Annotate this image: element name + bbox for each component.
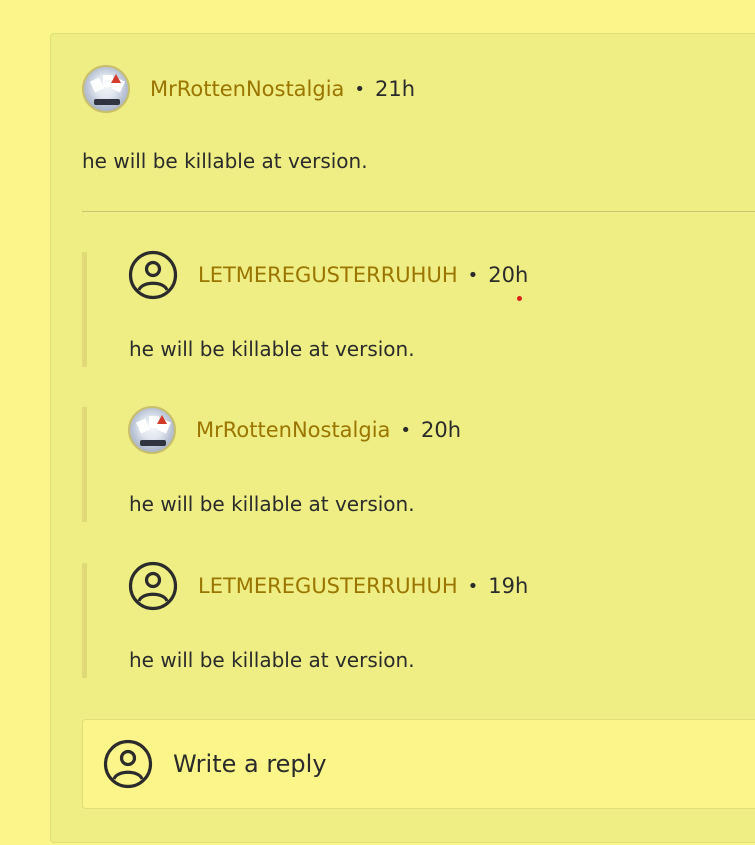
reply-timestamp[interactable]: 19h	[488, 574, 528, 598]
reply-username[interactable]: LETMEREGUSTERRUHUH	[198, 574, 458, 598]
user-circle-icon[interactable]	[128, 250, 178, 300]
reply-text: he will be killable at version.	[129, 337, 415, 361]
reply-username[interactable]: LETMEREGUSTERRUHUH	[198, 263, 458, 287]
separator-dot: •	[400, 419, 412, 441]
reply-username[interactable]: MrRottenNostalgia	[196, 418, 390, 442]
reply-text: he will be killable at version.	[129, 492, 415, 516]
separator-dot: •	[467, 264, 479, 286]
reply-thread-line	[82, 563, 87, 678]
user-circle-icon	[103, 739, 153, 789]
reply-header: MrRottenNostalgia • 20h	[128, 405, 461, 455]
comment-timestamp[interactable]: 21h	[375, 77, 415, 101]
reply-header: LETMEREGUSTERRUHUH • 19h	[128, 561, 528, 611]
user-circle-icon[interactable]	[128, 561, 178, 611]
comment-text: he will be killable at version.	[82, 149, 368, 173]
separator-dot: •	[354, 78, 366, 100]
separator-dot: •	[467, 575, 479, 597]
reply-input[interactable]: Write a reply	[82, 719, 755, 809]
reply-timestamp[interactable]: 20h	[421, 418, 461, 442]
comment-thread-card: MrRottenNostalgia • 21h he will be killa…	[50, 33, 755, 843]
reply-timestamp[interactable]: 20h	[488, 263, 528, 287]
user-avatar[interactable]	[128, 406, 176, 454]
user-avatar[interactable]	[82, 65, 130, 113]
comment-header: MrRottenNostalgia • 21h	[82, 64, 415, 114]
reply-thread-line	[82, 252, 87, 367]
reply-header: LETMEREGUSTERRUHUH • 20h	[128, 250, 528, 300]
cursor-dot	[517, 296, 522, 301]
reply-placeholder[interactable]: Write a reply	[173, 750, 327, 778]
comment-username[interactable]: MrRottenNostalgia	[150, 77, 344, 101]
reply-text: he will be killable at version.	[129, 648, 415, 672]
divider	[82, 211, 755, 212]
reply-thread-line	[82, 407, 87, 522]
